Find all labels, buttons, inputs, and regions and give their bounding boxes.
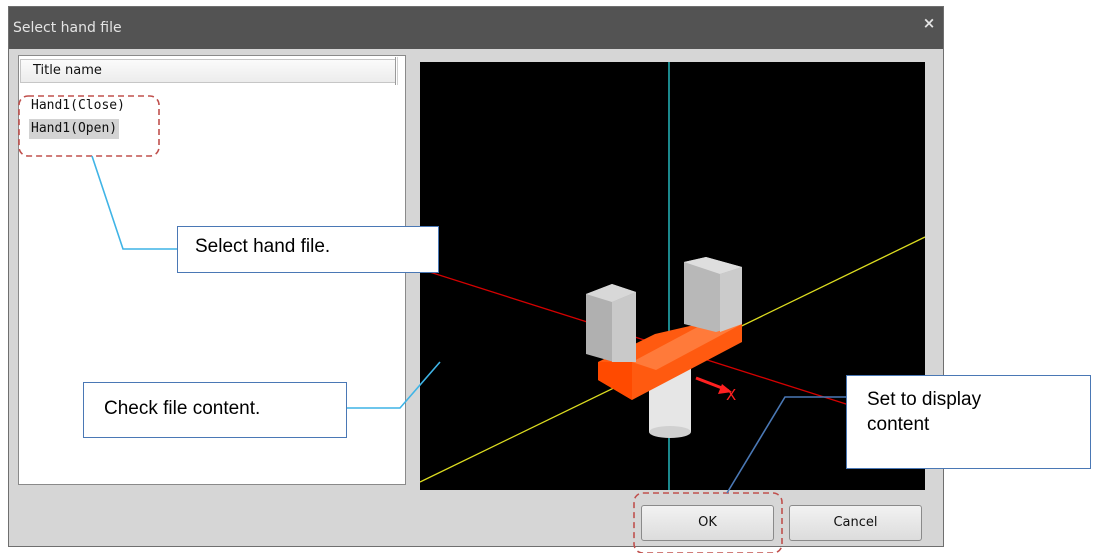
list-item-hand1-open[interactable]: Hand1(Open) bbox=[29, 119, 120, 139]
callout-set-text-line2: content bbox=[867, 414, 930, 435]
x-axis-label: X bbox=[726, 386, 736, 404]
list-item-hand1-close[interactable]: Hand1(Close) bbox=[29, 96, 127, 116]
flange-cylinder-bottom bbox=[649, 426, 691, 438]
callout-set-text-line1: Set to display bbox=[867, 389, 982, 410]
list-column-header[interactable]: Title name bbox=[20, 59, 396, 83]
ok-button[interactable]: OK bbox=[641, 505, 774, 541]
column-title-name: Title name bbox=[33, 63, 102, 78]
left-finger-front bbox=[612, 292, 636, 362]
callout-select-hand: Select hand file. bbox=[177, 226, 439, 273]
dialog-title: Select hand file bbox=[13, 20, 122, 36]
callout-check-content: Check file content. bbox=[83, 382, 347, 438]
column-resize-handle[interactable] bbox=[395, 57, 398, 85]
callout-select-text: Select hand file. bbox=[195, 236, 331, 257]
hand-body-side bbox=[598, 362, 632, 400]
title-bar: Select hand file × bbox=[9, 7, 943, 49]
x-axis-arrow-shaft bbox=[695, 376, 723, 390]
callout-set-display: Set to display content bbox=[846, 375, 1091, 469]
cancel-button[interactable]: Cancel bbox=[789, 505, 922, 541]
close-icon[interactable]: × bbox=[921, 15, 937, 31]
right-finger-front bbox=[720, 267, 742, 332]
callout-check-text: Check file content. bbox=[104, 398, 261, 419]
